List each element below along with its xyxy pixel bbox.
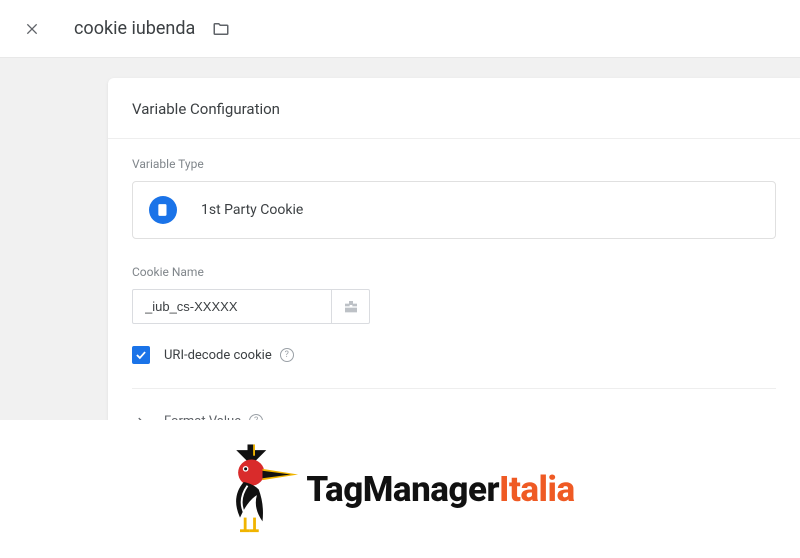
page-title[interactable]: cookie iubenda <box>74 18 195 39</box>
cookie-name-label: Cookie Name <box>132 265 776 279</box>
uri-decode-label: URI-decode cookie <box>164 348 272 363</box>
cookie-name-row <box>132 289 776 324</box>
woodpecker-icon <box>225 444 300 534</box>
help-icon[interactable]: ? <box>280 348 294 362</box>
folder-icon[interactable] <box>211 19 231 39</box>
close-icon[interactable] <box>20 17 44 41</box>
brand-text: TagManagerItalia <box>306 469 574 510</box>
brand-text-2: Italia <box>499 469 575 510</box>
card-body: Variable Type 1st Party Cookie Cookie Na… <box>108 138 800 457</box>
cookie-type-icon <box>149 196 177 224</box>
footer-logo: TagManagerItalia <box>0 420 800 558</box>
brand-text-1: TagManager <box>306 469 499 510</box>
brand-logo: TagManagerItalia <box>225 444 574 534</box>
header: cookie iubenda <box>0 0 800 58</box>
variable-insert-button[interactable] <box>332 289 370 324</box>
variable-type-value: 1st Party Cookie <box>201 202 303 218</box>
uri-decode-row: URI-decode cookie ? <box>132 346 776 389</box>
variable-config-card: Variable Configuration Variable Type 1st… <box>108 78 800 457</box>
variable-type-label: Variable Type <box>132 157 776 171</box>
cookie-name-input[interactable] <box>132 289 332 324</box>
uri-decode-checkbox[interactable] <box>132 346 150 364</box>
variable-type-row[interactable]: 1st Party Cookie <box>132 181 776 239</box>
card-title: Variable Configuration <box>108 78 800 138</box>
